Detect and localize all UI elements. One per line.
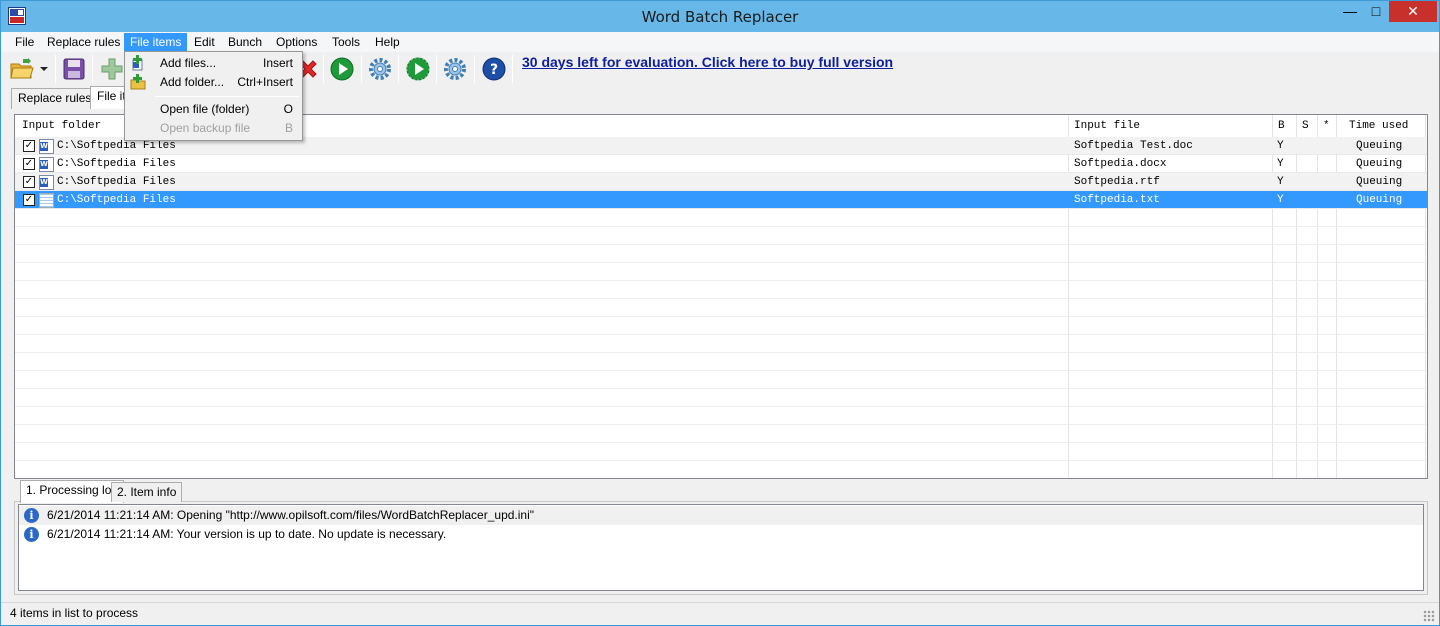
menu-item-shortcut: Insert — [262, 56, 293, 70]
column-star[interactable]: * — [1316, 115, 1330, 137]
log-text: 6/21/2014 11:21:14 AM: Opening "http://w… — [47, 508, 535, 522]
add-icon[interactable] — [99, 56, 125, 82]
log-entry: i 6/21/2014 11:21:14 AM: Your version is… — [19, 525, 1423, 544]
status-bar: 4 items in list to process — [1, 602, 1439, 625]
run-icon[interactable] — [329, 56, 355, 82]
cell-input-file: Softpedia.txt — [1074, 194, 1160, 206]
toolbar-separator — [512, 55, 513, 83]
menu-item-add-folder[interactable]: Add folder... Ctrl+Insert — [127, 73, 300, 92]
menu-options[interactable]: Options — [270, 33, 323, 51]
column-input-folder[interactable]: Input folder — [15, 115, 101, 137]
menu-bar: File Replace rules File items Edit Bunch… — [1, 32, 1439, 52]
title-bar[interactable]: Word Batch Replacer — □ ✕ — [1, 1, 1439, 32]
run-bunch-icon[interactable] — [405, 56, 431, 82]
menu-item-open-backup-file[interactable]: Open backup file B — [127, 119, 300, 138]
menu-file-items[interactable]: File items — [124, 33, 188, 51]
cell-time-used: Queuing — [1356, 140, 1403, 152]
cell-time-used: Queuing — [1356, 194, 1403, 206]
cell-input-file: Softpedia Test.doc — [1074, 140, 1193, 152]
row-checkbox[interactable]: ✓ — [23, 140, 35, 152]
cell-time-used: Queuing — [1356, 158, 1403, 170]
toolbar-separator — [323, 55, 324, 83]
cell-b: Y — [1277, 176, 1284, 188]
tab-item-info[interactable]: 2. Item info — [111, 482, 183, 502]
row-checkbox[interactable]: ✓ — [23, 176, 35, 188]
menu-item-shortcut: Ctrl+Insert — [237, 75, 293, 89]
processing-log[interactable]: i 6/21/2014 11:21:14 AM: Opening "http:/… — [18, 504, 1424, 591]
column-s[interactable]: S — [1295, 115, 1309, 137]
info-icon: i — [24, 527, 39, 542]
minimize-button[interactable]: — — [1337, 1, 1363, 22]
column-b[interactable]: B — [1271, 115, 1285, 137]
buy-full-version-link[interactable]: 30 days left for evaluation. Click here … — [522, 54, 893, 70]
column-input-file[interactable]: Input file — [1067, 115, 1140, 137]
toolbar-separator — [398, 55, 399, 83]
menu-separator — [155, 96, 299, 97]
menu-edit[interactable]: Edit — [188, 33, 221, 51]
cell-time-used: Queuing — [1356, 176, 1403, 188]
toolbar-separator — [55, 55, 56, 83]
toolbar-separator — [474, 55, 475, 83]
menu-item-add-files[interactable]: Add files... Insert — [127, 54, 300, 73]
settings-gear-icon[interactable] — [442, 56, 468, 82]
menu-tools[interactable]: Tools — [326, 33, 366, 51]
column-time-used[interactable]: Time used — [1342, 115, 1408, 137]
word-doc-icon: W — [39, 139, 54, 154]
info-icon: i — [24, 508, 39, 523]
menu-item-label: Add folder... — [160, 75, 225, 89]
open-folder-icon[interactable] — [9, 56, 35, 82]
text-file-icon — [39, 193, 54, 208]
status-text: 4 items in list to process — [10, 606, 139, 620]
menu-bunch[interactable]: Bunch — [222, 33, 268, 51]
word-doc-icon: W — [39, 175, 54, 190]
cell-b: Y — [1277, 194, 1284, 206]
cell-input-file: Softpedia.docx — [1074, 158, 1167, 170]
menu-item-open-file-folder[interactable]: Open file (folder) O — [127, 100, 300, 119]
app-window: Word Batch Replacer — □ ✕ File Replace r… — [0, 0, 1440, 626]
menu-item-shortcut: B — [284, 121, 293, 135]
table-row[interactable]: ✓ W C:\Softpedia Files Softpedia.rtf Y Q… — [15, 173, 1427, 191]
add-files-icon — [132, 55, 143, 71]
table-row[interactable]: ✓ W C:\Softpedia Files Softpedia.docx Y … — [15, 155, 1427, 173]
menu-item-shortcut: O — [283, 102, 293, 116]
window-title: Word Batch Replacer — [641, 8, 799, 26]
cell-input-folder: C:\Softpedia Files — [57, 194, 176, 206]
cell-b: Y — [1277, 140, 1284, 152]
cell-input-folder: C:\Softpedia Files — [57, 158, 176, 170]
menu-help[interactable]: Help — [369, 33, 406, 51]
cell-input-file: Softpedia.rtf — [1074, 176, 1160, 188]
toolbar-separator — [436, 55, 437, 83]
table-row[interactable]: ✓ C:\Softpedia Files Softpedia.txt Y Que… — [15, 191, 1427, 209]
resize-grip-icon[interactable] — [1423, 610, 1435, 622]
menu-file[interactable]: File — [9, 33, 40, 51]
close-button[interactable]: ✕ — [1389, 1, 1437, 22]
row-checkbox[interactable]: ✓ — [23, 194, 35, 206]
cell-input-folder: C:\Softpedia Files — [57, 176, 176, 188]
tab-processing-log[interactable]: 1. Processing log — [20, 480, 125, 503]
cell-b: Y — [1277, 158, 1284, 170]
tab-replace-rules[interactable]: Replace rules — [11, 88, 99, 109]
add-folder-icon — [130, 74, 146, 90]
log-text: 6/21/2014 11:21:14 AM: Your version is u… — [47, 527, 447, 541]
svg-text:?: ? — [490, 62, 498, 78]
log-entry: i 6/21/2014 11:21:14 AM: Opening "http:/… — [19, 506, 1423, 525]
save-icon[interactable] — [61, 56, 87, 82]
toolbar-separator — [361, 55, 362, 83]
file-items-menu: Add files... Insert Add folder... Ctrl+I… — [124, 51, 303, 141]
toolbar-separator — [92, 55, 93, 83]
row-checkbox[interactable]: ✓ — [23, 158, 35, 170]
menu-item-label: Add files... — [160, 56, 217, 70]
file-items-list[interactable]: Input folder Input file B S * Time used … — [14, 114, 1428, 479]
help-icon[interactable]: ? — [481, 56, 507, 82]
settings-gear-icon[interactable] — [367, 56, 393, 82]
menu-replace-rules[interactable]: Replace rules — [41, 33, 126, 51]
maximize-button[interactable]: □ — [1363, 1, 1389, 22]
word-doc-icon: W — [39, 157, 54, 172]
dropdown-arrow-icon[interactable] — [37, 56, 51, 82]
